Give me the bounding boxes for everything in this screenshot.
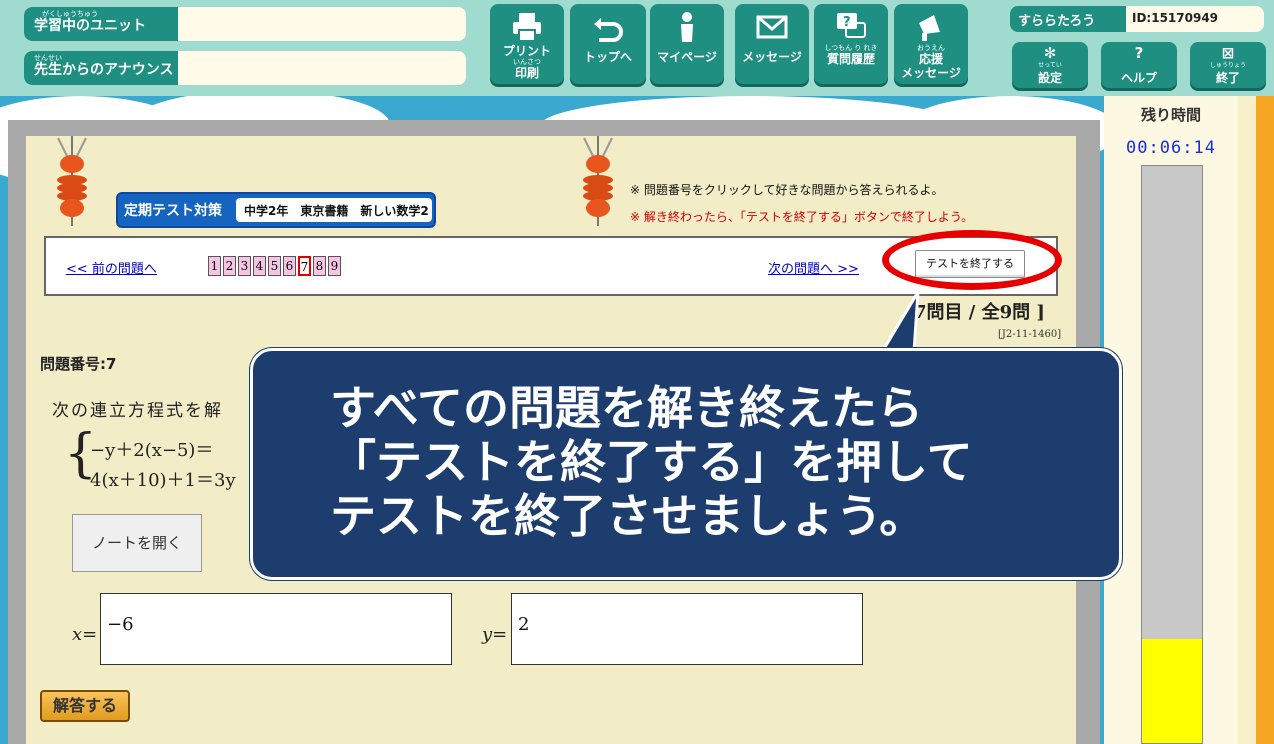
y-answer-input[interactable]: 2 [511, 593, 863, 665]
my-page-button[interactable]: マイページ [650, 4, 724, 84]
print-button[interactable]: プリント いんさつ 印刷 [490, 4, 564, 84]
question-number-9[interactable]: 9 [328, 256, 341, 276]
question-number-label: 問題番号:7 [40, 355, 117, 373]
help-button[interactable]: ? ヘルプ [1101, 42, 1177, 88]
question-text: 次の連立方程式を解 [52, 401, 223, 421]
return-arrow-icon [594, 18, 623, 42]
question-history-button[interactable]: ? しつもん り れき 質問履歴 [814, 4, 888, 84]
top-page-button[interactable]: トップへ [570, 4, 646, 84]
bead-decoration-icon [583, 136, 613, 226]
user-name: すららたろう [1010, 6, 1126, 32]
next-question-link[interactable]: 次の問題へ >> [768, 258, 859, 277]
previous-question-link[interactable]: << 前の問題へ [66, 258, 157, 277]
question-number-1[interactable]: 1 [208, 256, 221, 276]
finish-note: ※ 解き終わったら、「テストを終了する」ボタンで終了しよう。 [630, 210, 974, 224]
question-number-3[interactable]: 3 [238, 256, 251, 276]
question-number-2[interactable]: 2 [223, 256, 236, 276]
remaining-time-fill [1142, 639, 1202, 743]
announce-label: せんせい 先生からのアナウンス [24, 51, 178, 85]
question-number-7[interactable]: 7 [298, 256, 311, 276]
settings-button[interactable]: ✻ せってい 設定 [1012, 42, 1088, 88]
callout-line-2: 「テストを終了する」を押して [330, 435, 973, 489]
x-label: x= [72, 624, 98, 645]
callout-line-3: テストを終了させましょう。 [330, 489, 926, 543]
instruction-note: ※ 問題番号をクリックして好きな問題から答えられるよ。 [630, 183, 944, 197]
megaphone-icon [919, 15, 940, 41]
close-icon: ⊠ [1221, 44, 1235, 62]
submit-answer-button[interactable]: 解答する [40, 690, 130, 722]
callout-line-1: すべての問題を解き終えたら [330, 381, 923, 435]
question-number-8[interactable]: 8 [313, 256, 326, 276]
svg-text:?: ? [843, 15, 851, 30]
highlight-ring [882, 230, 1062, 290]
question-number-6[interactable]: 6 [283, 256, 296, 276]
top-header: がくしゅうちゅう 学習中のユニット せんせい 先生からのアナウンス プリント い… [0, 0, 1274, 96]
envelope-icon [756, 15, 788, 39]
x-answer-input[interactable]: −6 [100, 593, 452, 665]
question-chat-icon: ? [837, 13, 866, 38]
remaining-time-bar [1141, 165, 1203, 744]
current-unit-label: がくしゅうちゅう 学習中のユニット [24, 7, 178, 41]
message-button[interactable]: メッセージ [735, 4, 809, 84]
question-number-4[interactable]: 4 [253, 256, 266, 276]
user-id: ID:15170949 [1126, 6, 1264, 32]
current-unit-bar: がくしゅうちゅう 学習中のユニット [24, 7, 466, 41]
question-icon: ? [1134, 44, 1144, 62]
quit-button[interactable]: ⊠ しゅうりょう 終了 [1190, 42, 1266, 88]
right-stripe [1238, 96, 1256, 744]
question-code: [J2-11-1460] [998, 329, 1062, 340]
remaining-time-label: 残り時間 [1140, 106, 1201, 124]
test-type-badge: 定期テスト対策 中学2年 東京書籍 新しい数学2 [116, 192, 436, 228]
open-notebook-button[interactable]: ノートを開く [72, 514, 202, 572]
bead-decoration-icon [57, 136, 87, 226]
callout-pointer [879, 291, 920, 354]
cheer-message-button[interactable]: おうえん 応援 メッセージ [894, 4, 968, 84]
remaining-time-value: 00:06:14 [1126, 138, 1216, 158]
equation-1: −y＋2(x−5)＝ [90, 440, 214, 461]
question-number-5[interactable]: 5 [268, 256, 281, 276]
right-edge [1256, 96, 1274, 744]
equation-2: 4(x＋10)＋1＝3y [90, 470, 236, 491]
question-number-list: 123456789 [208, 256, 341, 276]
gear-icon: ✻ [1043, 44, 1057, 62]
announce-bar: せんせい 先生からのアナウンス [24, 51, 466, 85]
printer-icon [513, 13, 541, 42]
person-icon [681, 12, 693, 42]
y-label: y= [482, 624, 508, 645]
